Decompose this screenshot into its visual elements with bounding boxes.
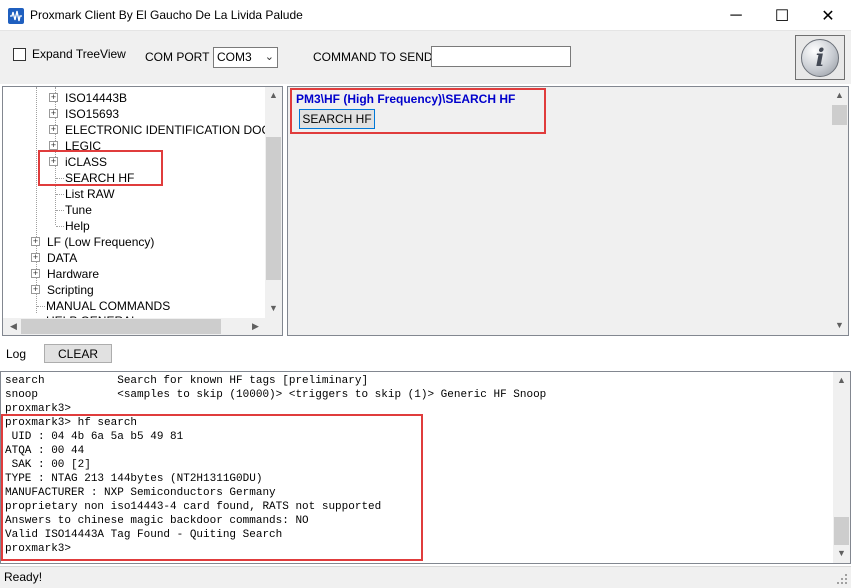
scrollbar-thumb[interactable]: [834, 517, 849, 545]
expand-icon[interactable]: +: [49, 109, 58, 118]
scrollbar-thumb[interactable]: [21, 319, 221, 334]
scroll-up-icon[interactable]: ▲: [831, 90, 848, 100]
scroll-up-icon[interactable]: ▲: [265, 90, 282, 100]
resize-grip-icon[interactable]: [836, 573, 848, 585]
close-button[interactable]: ✕: [805, 0, 851, 31]
highlight-box: [38, 150, 163, 186]
log-line: search Search for known HF tags [prelimi…: [5, 375, 369, 387]
info-button[interactable]: i: [795, 35, 845, 80]
scroll-down-icon[interactable]: ▼: [831, 320, 848, 330]
tree-vertical-scrollbar[interactable]: ▲ ▼: [265, 87, 282, 318]
expand-icon[interactable]: +: [31, 237, 40, 246]
scrollbar-corner: [265, 318, 282, 335]
minimize-button[interactable]: ─: [713, 0, 759, 31]
status-bar: [0, 566, 851, 588]
panel-vertical-scrollbar[interactable]: ▲ ▼: [831, 87, 848, 335]
highlight-box: [290, 88, 546, 134]
expand-icon[interactable]: +: [31, 269, 40, 278]
expand-treeview-checkbox[interactable]: [13, 48, 26, 61]
com-port-label: COM PORT: [145, 50, 210, 64]
scroll-down-icon[interactable]: ▼: [265, 303, 282, 313]
log-label: Log: [6, 347, 27, 361]
command-tree[interactable]: + ISO14443B + ISO15693 + ELECTRONIC IDEN…: [2, 86, 283, 336]
command-label: COMMAND TO SEND: [313, 50, 433, 64]
command-input[interactable]: [431, 46, 571, 67]
expand-icon[interactable]: +: [49, 93, 58, 102]
tree-item-list-raw[interactable]: List RAW: [65, 186, 115, 202]
app-icon: [8, 8, 24, 24]
expand-icon[interactable]: +: [49, 141, 58, 150]
status-text: Ready!: [4, 570, 43, 584]
console-vertical-scrollbar[interactable]: ▲ ▼: [833, 372, 850, 563]
window-title: Proxmark Client By El Gaucho De La Livid…: [30, 8, 303, 22]
chevron-down-icon: ⌄: [264, 51, 274, 63]
maximize-button[interactable]: ☐: [759, 0, 805, 31]
scroll-right-icon[interactable]: ▶: [247, 321, 264, 332]
clear-button[interactable]: CLEAR: [44, 344, 112, 363]
scrollbar-thumb[interactable]: [832, 105, 847, 125]
expand-icon[interactable]: +: [31, 253, 40, 262]
tree-horizontal-scrollbar[interactable]: ◀ ▶: [3, 318, 265, 335]
scroll-left-icon[interactable]: ◀: [5, 321, 22, 332]
com-port-value: COM3: [217, 50, 252, 64]
info-icon: i: [801, 38, 839, 77]
highlight-box: [1, 414, 423, 561]
scroll-down-icon[interactable]: ▼: [833, 548, 850, 558]
tree-item-tune[interactable]: Tune: [65, 202, 92, 218]
log-line: snoop <samples to skip (10000)> <trigger…: [5, 389, 547, 401]
expand-icon[interactable]: +: [31, 285, 40, 294]
expand-icon[interactable]: +: [49, 125, 58, 134]
scrollbar-thumb[interactable]: [266, 137, 281, 280]
tree-item-help[interactable]: Help: [65, 218, 90, 234]
tree-item-manual-commands[interactable]: MANUAL COMMANDS: [46, 298, 170, 314]
scroll-up-icon[interactable]: ▲: [833, 375, 850, 385]
expand-treeview-label: Expand TreeView: [32, 47, 126, 61]
com-port-select[interactable]: COM3 ⌄: [213, 47, 278, 68]
